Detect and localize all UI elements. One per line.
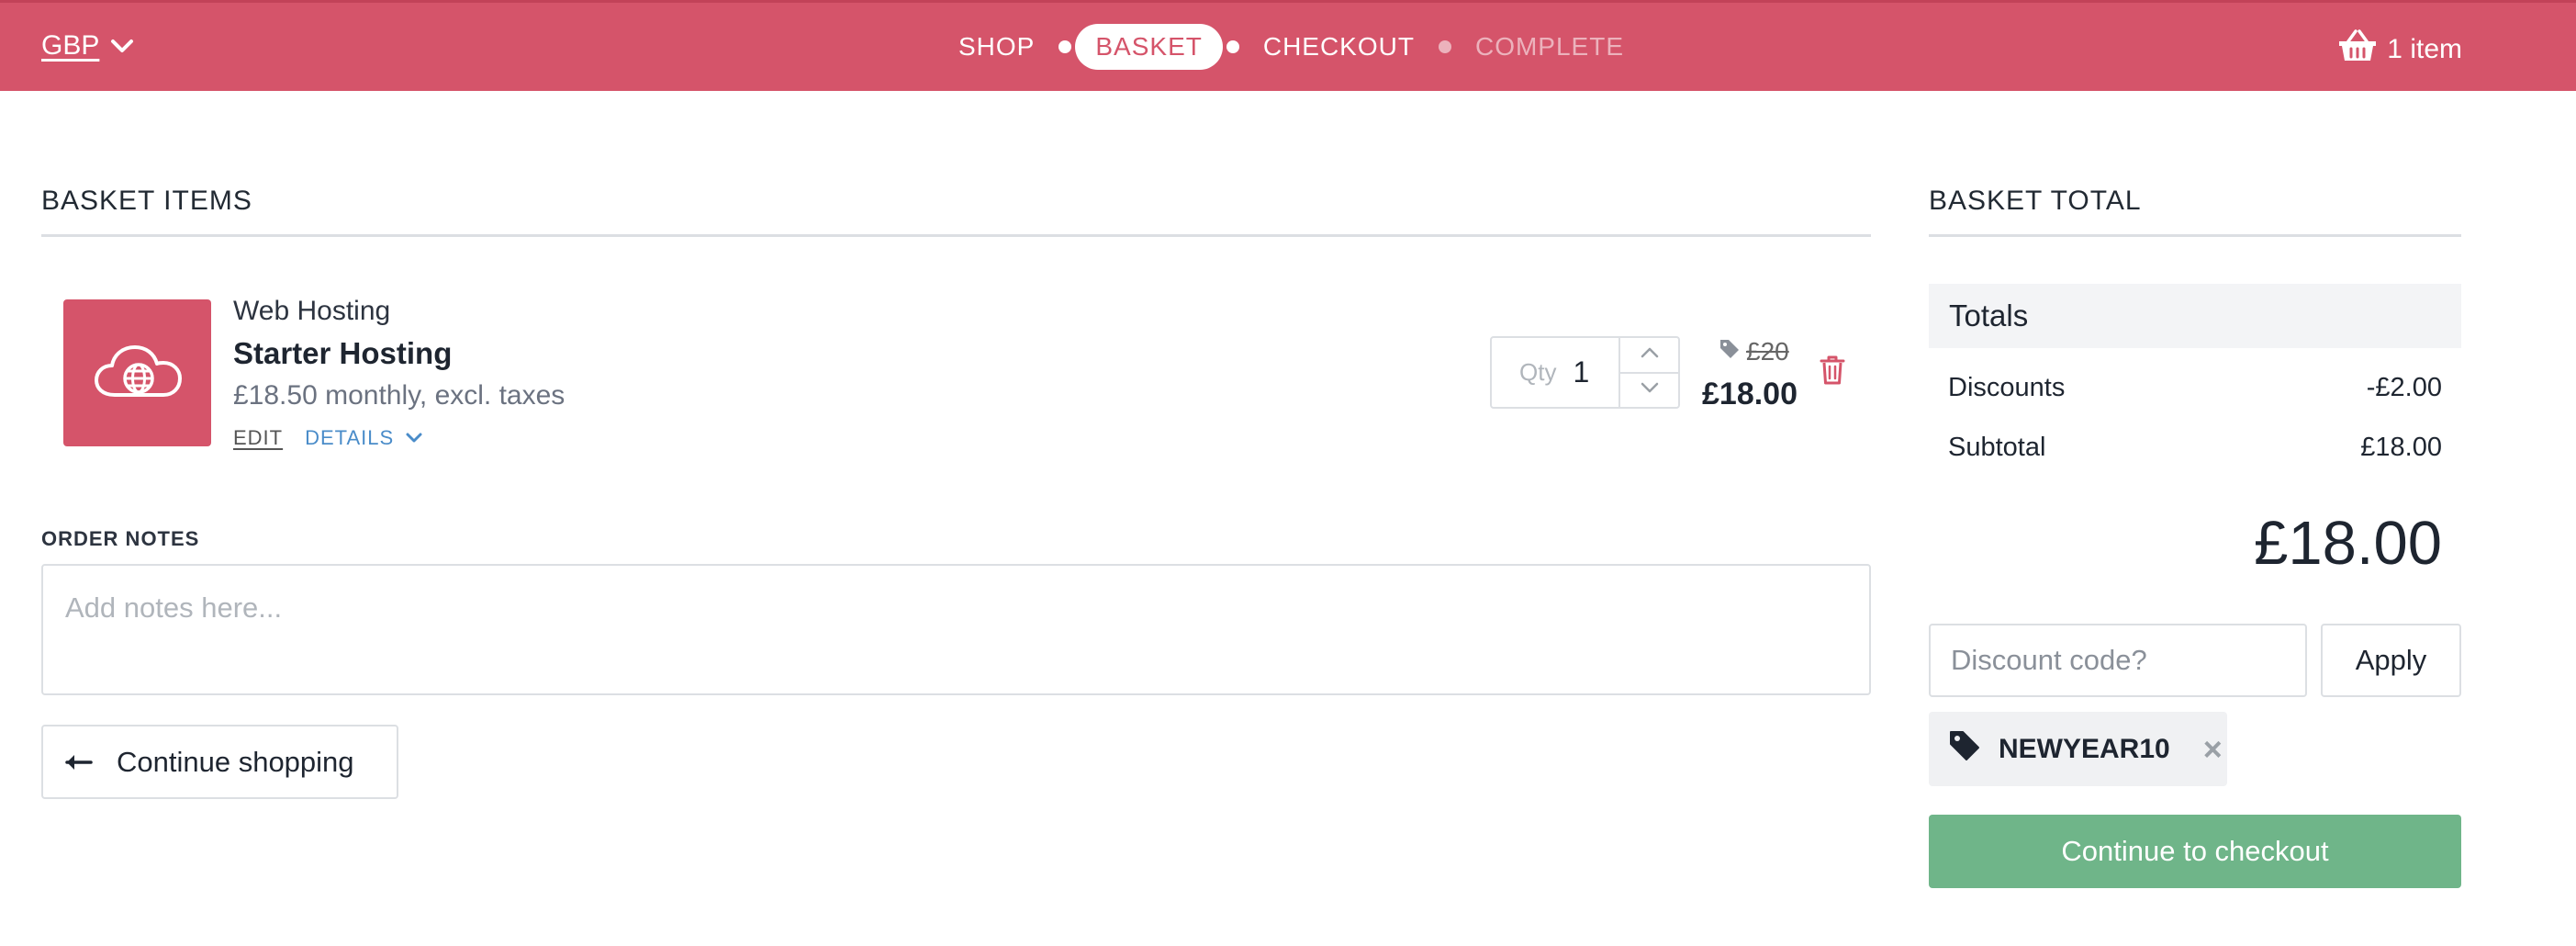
discount-code-input[interactable]: [1929, 624, 2307, 697]
step-shop[interactable]: SHOP: [938, 24, 1055, 70]
quantity-stepper[interactable]: Qty 1: [1490, 336, 1680, 409]
trash-icon[interactable]: [1820, 355, 1845, 389]
chevron-down-icon: [405, 426, 423, 450]
tag-icon: [1719, 337, 1741, 366]
chevron-up-icon: [1640, 346, 1660, 364]
basket-icon: [2337, 28, 2378, 71]
discounts-value: -£2.00: [2366, 373, 2442, 402]
divider: [1929, 234, 2461, 237]
arrow-left-icon: [65, 746, 93, 779]
discounts-label: Discounts: [1948, 373, 2066, 402]
item-price-description: £18.50 monthly, excl. taxes: [233, 380, 566, 411]
item-name: Starter Hosting: [233, 336, 453, 370]
qty-increase-button[interactable]: [1620, 338, 1678, 374]
basket-items-title: BASKET ITEMS: [41, 186, 252, 216]
step-separator: [1058, 40, 1072, 53]
subtotal-value: £18.00: [2360, 433, 2442, 462]
top-bar: GBP SHOP BASKET CHECKOUT COMPLETE 1 item: [0, 0, 2576, 91]
apply-discount-button[interactable]: Apply: [2321, 624, 2461, 697]
grand-total: £18.00: [2254, 509, 2442, 578]
tag-icon: [1949, 730, 1980, 769]
chevron-down-icon: [1640, 381, 1660, 399]
step-complete: COMPLETE: [1474, 32, 1624, 61]
qty-label: Qty: [1519, 358, 1557, 386]
original-price: £20: [1719, 337, 1789, 366]
item-category: Web Hosting: [233, 296, 391, 326]
step-basket[interactable]: BASKET: [1075, 24, 1223, 70]
qty-decrease-button[interactable]: [1620, 374, 1678, 408]
continue-to-checkout-button[interactable]: Continue to checkout: [1929, 815, 2461, 888]
chevron-down-icon: [110, 30, 134, 62]
cloud-globe-icon: [93, 342, 183, 405]
qty-value[interactable]: 1: [1573, 338, 1611, 407]
cart-summary[interactable]: 1 item: [2337, 28, 2462, 71]
details-label: DETAILS: [305, 426, 395, 449]
totals-panel-title: Totals: [1929, 284, 2461, 348]
edit-link[interactable]: EDIT: [233, 426, 283, 450]
order-notes-label: ORDER NOTES: [41, 527, 200, 550]
cart-count: 1 item: [2387, 34, 2462, 64]
step-checkout[interactable]: CHECKOUT: [1243, 24, 1435, 70]
qty-buttons: [1618, 338, 1678, 407]
step-separator: [1226, 40, 1239, 53]
currency-code: GBP: [41, 30, 100, 61]
currency-selector[interactable]: GBP: [41, 30, 134, 62]
step-separator: [1438, 40, 1451, 53]
continue-shopping-button[interactable]: Continue shopping: [41, 725, 398, 799]
item-actions: EDIT DETAILS: [233, 426, 423, 450]
checkout-steps: SHOP BASKET CHECKOUT COMPLETE: [938, 24, 1644, 70]
subtotal-label: Subtotal: [1948, 433, 2046, 462]
basket-total-title: BASKET TOTAL: [1929, 186, 2142, 216]
applied-coupon: NEWYEAR10 ×: [1929, 712, 2227, 786]
details-toggle[interactable]: DETAILS: [305, 426, 423, 450]
original-price-amount: £20: [1746, 337, 1789, 366]
divider: [41, 234, 1871, 237]
order-notes-input[interactable]: [41, 564, 1871, 695]
product-image: [63, 299, 211, 446]
item-price: £18.00: [1702, 377, 1798, 411]
close-icon[interactable]: ×: [2203, 730, 2223, 769]
discounts-row: Discounts -£2.00: [1948, 373, 2442, 403]
continue-shopping-label: Continue shopping: [117, 745, 354, 778]
coupon-code: NEWYEAR10: [1999, 733, 2170, 764]
subtotal-row: Subtotal £18.00: [1948, 433, 2442, 463]
